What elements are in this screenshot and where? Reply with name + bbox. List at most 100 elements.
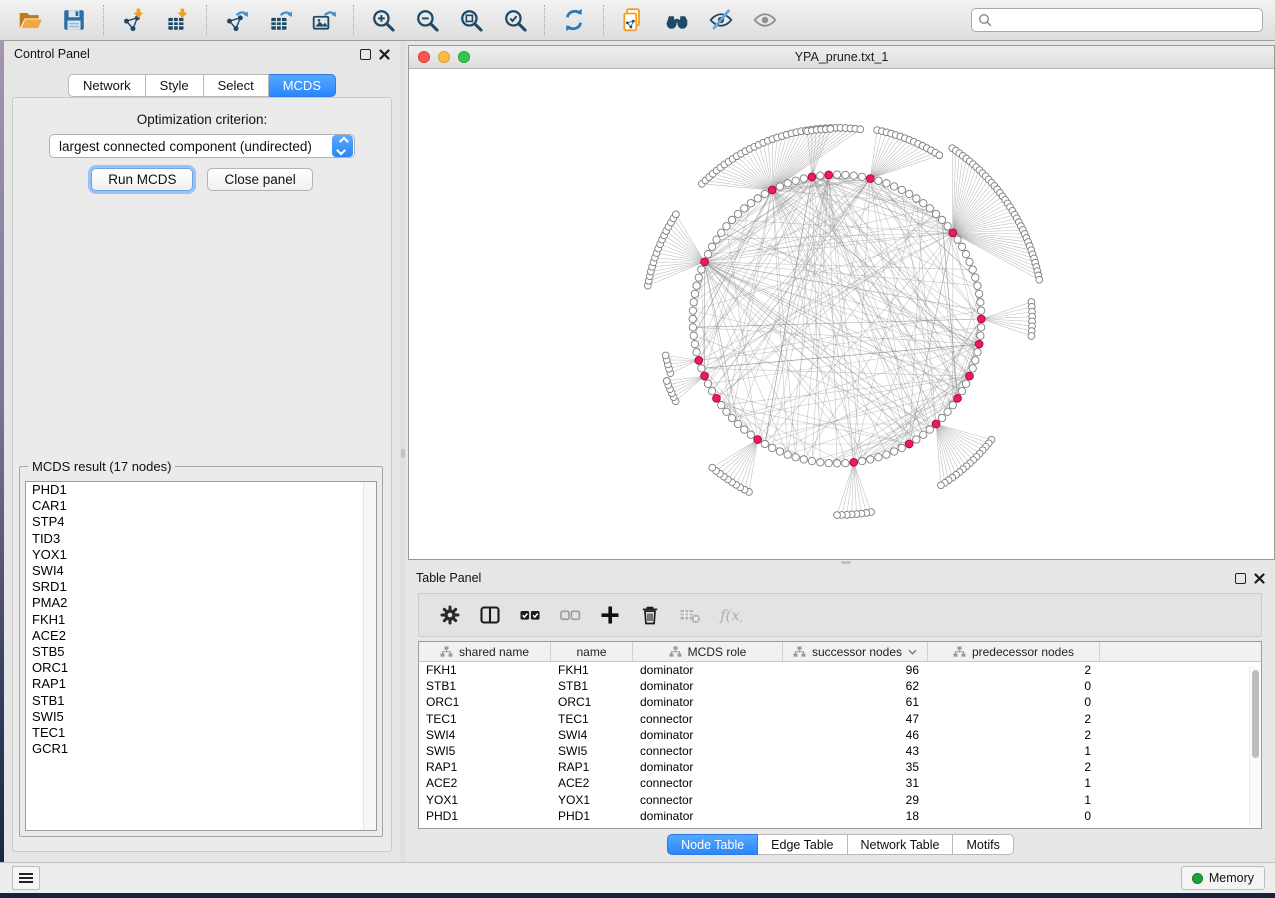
tab-network-table[interactable]: Network Table [848, 834, 954, 855]
tab-mcds[interactable]: MCDS [269, 74, 336, 97]
list-item[interactable]: ORC1 [26, 660, 376, 676]
list-scrollbar[interactable] [363, 482, 376, 830]
table-row[interactable]: STB1STB1dominator620 [419, 678, 1261, 694]
show-all-icon [752, 7, 778, 33]
zoom-selected-icon [502, 7, 528, 33]
open-file-button[interactable] [15, 5, 45, 35]
export-table-icon [267, 7, 293, 33]
column-header-MCDS-role[interactable]: MCDS role [633, 642, 783, 661]
column-header-filler [1100, 642, 1261, 661]
list-item[interactable]: TID3 [26, 531, 376, 547]
select-all-button[interactable] [515, 601, 545, 629]
table-row[interactable]: TEC1TEC1connector472 [419, 711, 1261, 727]
hide-selection-button[interactable] [706, 5, 736, 35]
list-item[interactable]: CAR1 [26, 498, 376, 514]
save-session-button[interactable] [59, 5, 89, 35]
table-row[interactable]: SWI4SWI4dominator462 [419, 727, 1261, 743]
mcds-result-group: MCDS result (17 nodes) PHD1CAR1STP4TID3Y… [19, 466, 383, 837]
scrollbar-thumb[interactable] [1252, 670, 1259, 758]
import-table-button[interactable] [162, 5, 192, 35]
list-item[interactable]: PMA2 [26, 595, 376, 611]
settings-gear-button[interactable] [435, 601, 465, 629]
zoom-selected-button[interactable] [500, 5, 530, 35]
list-item[interactable]: YOX1 [26, 547, 376, 563]
list-item[interactable]: ACE2 [26, 628, 376, 644]
list-item[interactable]: SWI4 [26, 563, 376, 579]
table-row[interactable]: PHD1PHD1dominator180 [419, 808, 1261, 824]
table-scrollbar[interactable] [1249, 666, 1260, 827]
list-item[interactable]: STB5 [26, 644, 376, 660]
node-table: shared namenameMCDS rolesuccessor nodesp… [418, 641, 1262, 829]
apply-layout-button[interactable] [559, 5, 589, 35]
column-header-predecessor-nodes[interactable]: predecessor nodes [928, 642, 1100, 661]
tab-motifs[interactable]: Motifs [953, 834, 1013, 855]
function-builder-icon: f(x) [718, 603, 742, 627]
share-document-button[interactable] [618, 5, 648, 35]
list-item[interactable]: TEC1 [26, 725, 376, 741]
list-item[interactable]: SWI5 [26, 709, 376, 725]
table-tabs: Node TableEdge TableNetwork TableMotifs [406, 834, 1275, 855]
close-table-panel-icon[interactable] [1254, 573, 1265, 584]
close-panel-button[interactable]: Close panel [207, 168, 312, 191]
column-type-icon [953, 646, 966, 658]
table-row[interactable]: FKH1FKH1dominator962 [419, 662, 1261, 678]
delete-column-button[interactable] [635, 601, 665, 629]
split-view-button[interactable] [475, 601, 505, 629]
task-history-button[interactable] [12, 866, 40, 890]
network-canvas[interactable] [409, 69, 1274, 559]
export-image-icon [311, 7, 337, 33]
delete-column-icon [638, 603, 662, 627]
list-item[interactable]: FKH1 [26, 612, 376, 628]
table-row[interactable]: YOX1YOX1connector291 [419, 792, 1261, 808]
toolbar-separator [206, 5, 207, 35]
export-network-icon [223, 7, 249, 33]
tab-style[interactable]: Style [146, 74, 204, 97]
settings-gear-icon [438, 603, 462, 627]
close-panel-icon[interactable] [379, 49, 390, 60]
column-header-name[interactable]: name [551, 642, 633, 661]
import-network-button[interactable] [118, 5, 148, 35]
list-item[interactable]: RAP1 [26, 676, 376, 692]
tab-edge-table[interactable]: Edge Table [758, 834, 847, 855]
zoom-fit-button[interactable] [456, 5, 486, 35]
run-mcds-button[interactable]: Run MCDS [91, 168, 193, 191]
list-item[interactable]: SRD1 [26, 579, 376, 595]
memory-button[interactable]: Memory [1181, 866, 1265, 890]
list-item[interactable]: GCR1 [26, 741, 376, 757]
list-item[interactable]: PHD1 [26, 482, 376, 498]
function-builder-button: f(x) [715, 601, 745, 629]
column-header-shared-name[interactable]: shared name [419, 642, 551, 661]
table-row[interactable]: SWI5SWI5connector431 [419, 743, 1261, 759]
float-table-panel-icon[interactable] [1235, 573, 1246, 584]
tab-network[interactable]: Network [68, 74, 146, 97]
column-header-successor-nodes[interactable]: successor nodes [783, 642, 928, 661]
table-row[interactable]: RAP1RAP1dominator352 [419, 759, 1261, 775]
export-network-button[interactable] [221, 5, 251, 35]
search-box[interactable] [971, 8, 1263, 32]
delete-table-button [675, 601, 705, 629]
zoom-in-button[interactable] [368, 5, 398, 35]
table-row[interactable]: ORC1ORC1dominator610 [419, 694, 1261, 710]
cytoscape-window: Control Panel NetworkStyleSelectMCDS Opt… [0, 0, 1275, 893]
export-table-button[interactable] [265, 5, 295, 35]
criterion-select[interactable]: largest connected component (undirected) [49, 134, 355, 158]
add-column-button[interactable] [595, 601, 625, 629]
list-item[interactable]: STP4 [26, 514, 376, 530]
mcds-result-list[interactable]: PHD1CAR1STP4TID3YOX1SWI4SRD1PMA2FKH1ACE2… [25, 481, 377, 831]
show-all-button[interactable] [750, 5, 780, 35]
search-input[interactable] [992, 13, 1256, 27]
memory-status-icon [1192, 873, 1203, 884]
table-row[interactable]: ACE2ACE2connector311 [419, 775, 1261, 791]
zoom-out-button[interactable] [412, 5, 442, 35]
deselect-all-button[interactable] [555, 601, 585, 629]
search-network-button[interactable] [662, 5, 692, 35]
network-frame-titlebar[interactable]: YPA_prune.txt_1 [409, 46, 1274, 69]
tab-node-table[interactable]: Node Table [667, 834, 758, 855]
add-column-icon [598, 603, 622, 627]
toolbar-separator [603, 5, 604, 35]
export-image-button[interactable] [309, 5, 339, 35]
float-panel-icon[interactable] [360, 49, 371, 60]
tab-select[interactable]: Select [204, 74, 269, 97]
optimization-criterion-label: Optimization criterion: [13, 112, 391, 127]
list-item[interactable]: STB1 [26, 693, 376, 709]
